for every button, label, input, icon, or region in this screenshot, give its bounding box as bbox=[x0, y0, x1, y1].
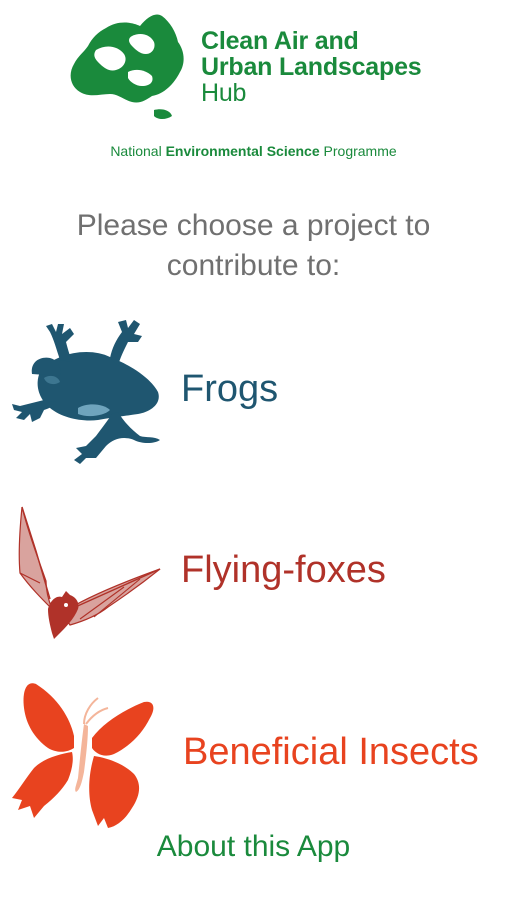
hub-logo: Clean Air and Urban Landscapes Hub bbox=[66, 10, 466, 130]
prompt-line1: Please choose a project to bbox=[76, 209, 431, 242]
prompt-line2: contribute to: bbox=[166, 249, 341, 282]
nesp-part3: Programme bbox=[319, 143, 397, 159]
about-app-link[interactable]: About this App bbox=[0, 830, 507, 864]
nesp-tagline: National Environmental Science Programme bbox=[0, 143, 507, 159]
project-flying-foxes-label: Flying-foxes bbox=[181, 549, 386, 591]
logo-title-line1: Clean Air and bbox=[201, 27, 359, 55]
nesp-part2: Environmental Science bbox=[165, 143, 320, 159]
logo-title-line3: Hub bbox=[201, 79, 247, 107]
project-frogs-label: Frogs bbox=[181, 368, 279, 410]
nesp-part1: National bbox=[110, 143, 166, 159]
flying-fox-icon bbox=[18, 506, 161, 639]
frog-icon bbox=[12, 320, 160, 464]
project-beneficial-insects-button[interactable]: Beneficial Insects bbox=[0, 678, 507, 838]
logo-title-line2: Urban Landscapes bbox=[201, 53, 422, 81]
project-frogs-button[interactable]: Frogs bbox=[0, 312, 507, 477]
butterfly-icon bbox=[12, 683, 154, 828]
project-beneficial-insects-label: Beneficial Insects bbox=[183, 731, 479, 773]
choose-project-prompt: Please choose a project to contribute to… bbox=[0, 206, 507, 286]
australia-map-logo-icon bbox=[70, 14, 184, 119]
project-flying-foxes-button[interactable]: Flying-foxes bbox=[0, 503, 507, 643]
